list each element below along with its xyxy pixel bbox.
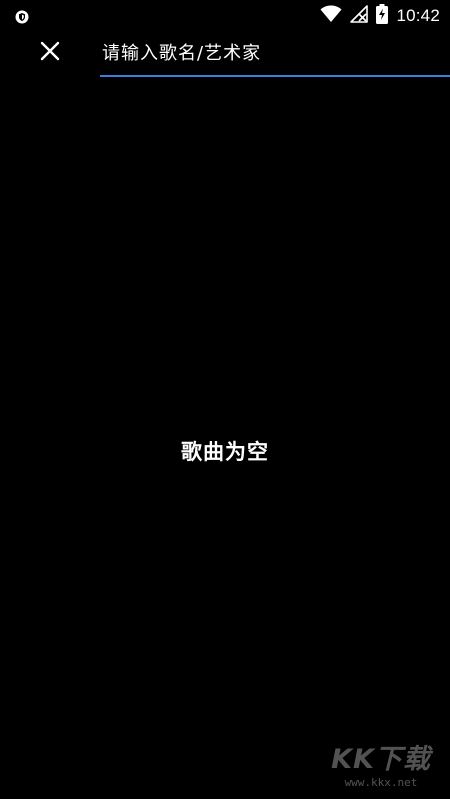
- search-underline: [100, 75, 450, 77]
- wifi-icon: [320, 5, 342, 27]
- watermark: KK下载 www.kkx.net: [326, 744, 436, 790]
- status-icons: 10:42: [320, 0, 440, 32]
- status-time: 10:42: [396, 6, 440, 25]
- status-bar: 10:42: [0, 0, 450, 32]
- signal-off-icon: [350, 5, 369, 27]
- battery-charging-icon: [376, 4, 389, 28]
- search-bar: [0, 32, 450, 82]
- close-icon[interactable]: [40, 41, 60, 65]
- watermark-url: www.kkx.net: [344, 776, 418, 789]
- search-input[interactable]: [100, 36, 450, 70]
- shield-icon: [15, 9, 29, 24]
- empty-state-message: 歌曲为空: [181, 440, 269, 464]
- close-button[interactable]: [34, 37, 66, 69]
- watermark-logo: KK下载: [331, 744, 431, 775]
